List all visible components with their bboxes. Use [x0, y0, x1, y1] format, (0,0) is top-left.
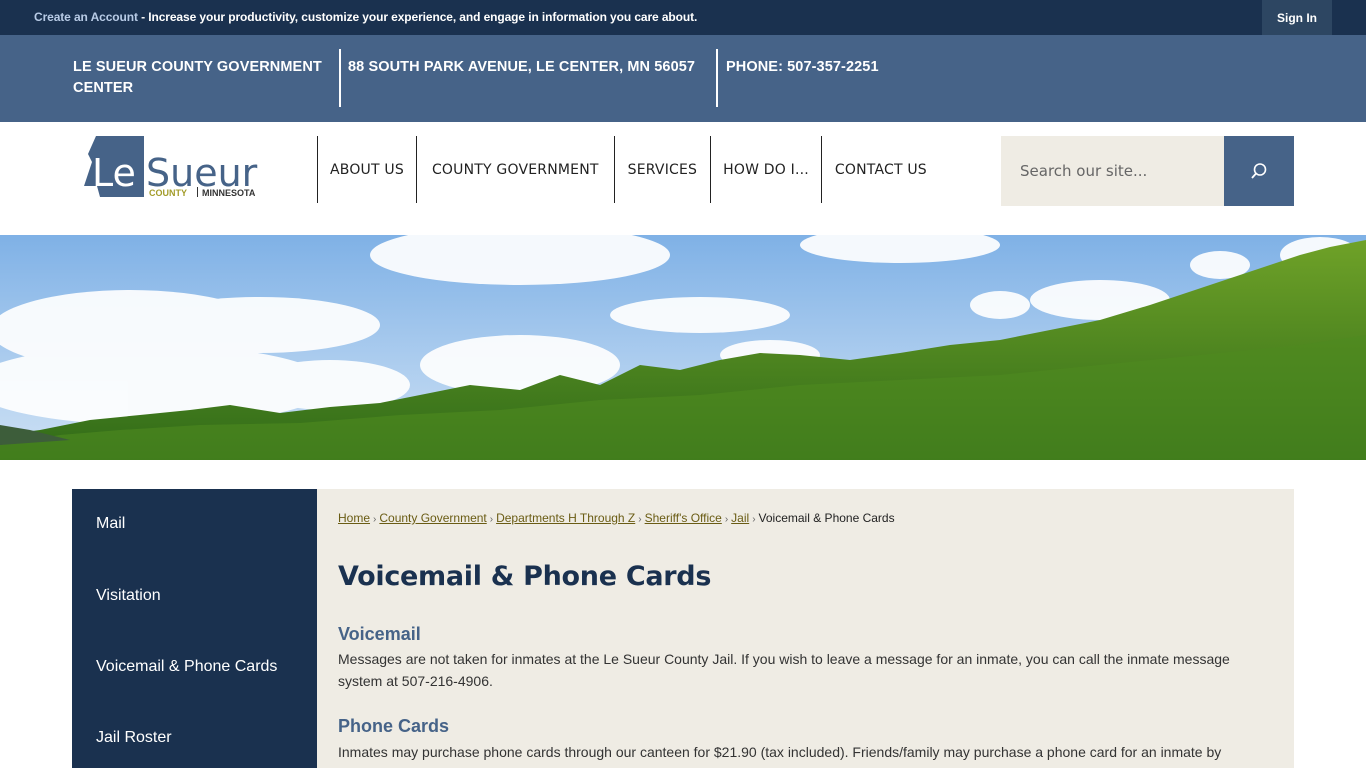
section-heading-phone-cards: Phone Cards	[338, 716, 450, 736]
logo-state: MINNESOTA	[202, 188, 256, 198]
section-sidebar-nav: Mail Visitation Voicemail & Phone Cards …	[72, 489, 317, 768]
sidebar-item-jail-roster[interactable]: Jail Roster	[96, 729, 172, 747]
phone[interactable]: PHONE: 507-357-2251	[726, 57, 879, 78]
nav-services[interactable]: SERVICES	[613, 136, 711, 203]
main-content: Home › County Government › Departments H Thr…	[317, 489, 1294, 768]
phone-cards-paragraph: Inmates may purchase phone cards through…	[338, 744, 1222, 760]
county-logo[interactable]: Le Sueur COUNTY MINNESOTA	[82, 136, 262, 200]
voicemail-paragraph: Messages are not taken for inmates at th…	[338, 651, 1230, 689]
breadcrumb-jail[interactable]: Jail	[731, 511, 749, 525]
sidebar-item-voicemail-phone-cards[interactable]: Voicemail & Phone Cards	[96, 658, 277, 676]
site-header: Le Sueur COUNTY MINNESOTA ABOUT US COUNT…	[0, 122, 1366, 235]
nav-how-do-i[interactable]: HOW DO I...	[710, 136, 821, 203]
breadcrumb-home[interactable]: Home	[338, 511, 370, 525]
address[interactable]: 88 SOUTH PARK AVENUE, LE CENTER, MN 5605…	[348, 57, 695, 78]
nav-county-government[interactable]: COUNTY GOVERNMENT	[415, 136, 614, 203]
contact-info-bar: LE SUEUR COUNTY GOVERNMENT CENTER 88 SOU…	[0, 35, 1366, 122]
forest-landscape-image	[0, 235, 1366, 460]
breadcrumb: Home › County Government › Departments H Thr…	[338, 511, 895, 525]
breadcrumb-sheriffs-office[interactable]: Sheriff's Office	[645, 511, 722, 525]
breadcrumb-separator: ›	[373, 514, 377, 525]
account-promo: Create an Account - Increase your produc…	[34, 10, 697, 24]
breadcrumb-separator: ›	[489, 514, 494, 525]
nav-about-us[interactable]: ABOUT US	[317, 136, 416, 203]
promo-text: - Increase your productivity, customize …	[137, 10, 698, 24]
sidebar-item-mail[interactable]: Mail	[96, 515, 125, 533]
breadcrumb-current: Voicemail & Phone Cards	[758, 511, 895, 525]
search-icon	[1251, 163, 1267, 179]
org-name: LE SUEUR COUNTY GOVERNMENT CENTER	[73, 59, 322, 96]
nav-contact-us[interactable]: CONTACT US	[820, 136, 940, 203]
sidebar-item-visitation[interactable]: Visitation	[96, 587, 161, 605]
top-account-bar: Create an Account - Increase your produc…	[0, 0, 1366, 35]
breadcrumb-separator: ›	[638, 514, 642, 525]
search-input[interactable]	[1001, 136, 1224, 206]
sign-in-button[interactable]: Sign In	[1262, 0, 1332, 35]
main-nav: ABOUT US COUNTY GOVERNMENT SERVICES HOW …	[317, 136, 940, 203]
breadcrumb-county-government[interactable]: County Government	[379, 511, 486, 525]
logo-county: COUNTY	[149, 188, 187, 198]
info-divider	[339, 49, 341, 107]
search-button[interactable]	[1224, 136, 1294, 206]
breadcrumb-separator: ›	[752, 514, 756, 525]
breadcrumb-separator: ›	[724, 514, 729, 525]
hero-banner	[0, 235, 1366, 460]
create-account-link[interactable]: Create an Account	[34, 10, 138, 24]
breadcrumb-departments-h-z[interactable]: Departments H Through Z	[496, 511, 635, 525]
info-divider	[716, 49, 718, 107]
svg-text:Le: Le	[92, 151, 136, 195]
section-heading-voicemail: Voicemail	[338, 624, 421, 644]
minnesota-map-icon: Le Sueur COUNTY MINNESOTA	[84, 136, 258, 198]
page-title: Voicemail & Phone Cards	[338, 561, 712, 592]
